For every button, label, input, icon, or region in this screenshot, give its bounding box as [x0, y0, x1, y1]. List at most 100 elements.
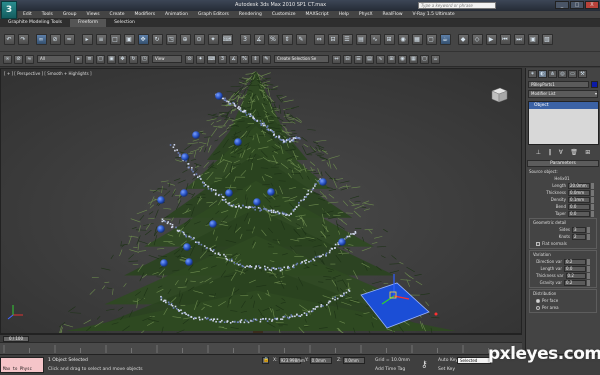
- menu-animation[interactable]: Animation: [160, 12, 193, 17]
- layers-icon[interactable]: ☰: [354, 54, 363, 64]
- close-button[interactable]: X: [585, 1, 599, 9]
- menu-rendering[interactable]: Rendering: [234, 12, 267, 17]
- param-gravity-var-field[interactable]: 0.2: [564, 279, 586, 286]
- spinner-icon[interactable]: [587, 233, 590, 240]
- physx-icon-2[interactable]: ◇: [471, 33, 483, 45]
- param-sides-field[interactable]: 3: [572, 226, 586, 233]
- menu-modifiers[interactable]: Modifiers: [130, 12, 161, 17]
- param-direction-var-field[interactable]: 0.2: [564, 258, 586, 265]
- menu-help[interactable]: Help: [334, 12, 354, 17]
- percent-snap-icon[interactable]: %: [267, 33, 279, 45]
- menu-edit[interactable]: Edit: [18, 12, 37, 17]
- angle-icon[interactable]: ∡: [229, 54, 238, 64]
- select-and-link-icon[interactable]: ∞: [35, 33, 47, 45]
- make-unique-icon[interactable]: ∀: [559, 149, 563, 156]
- rotate-small-icon[interactable]: ↻: [129, 54, 138, 64]
- manipulate-icon[interactable]: ✦: [196, 54, 205, 64]
- menu-views[interactable]: Views: [82, 12, 105, 17]
- maximize-button[interactable]: □: [570, 1, 584, 9]
- per-area-radio[interactable]: [536, 305, 540, 310]
- viewcube-icon[interactable]: [488, 83, 510, 105]
- selection-filter-dropdown[interactable]: All: [37, 55, 71, 63]
- window-crossing-icon[interactable]: ▣: [123, 33, 135, 45]
- mirror-small-icon[interactable]: ⇔: [332, 54, 341, 64]
- move-small-icon[interactable]: ✥: [118, 54, 127, 64]
- perspective-viewport[interactable]: [ + ] [ Perspective ] [ Smooth + Highlig…: [0, 68, 522, 334]
- pivot-icon[interactable]: ⊙: [185, 54, 194, 64]
- pivot-center-icon[interactable]: ⊙: [193, 33, 205, 45]
- render-icon[interactable]: ☕: [431, 54, 440, 64]
- stack-item-object[interactable]: Object: [529, 102, 598, 109]
- menu-maxscript[interactable]: MAXScript: [301, 12, 334, 17]
- show-end-result-icon[interactable]: ‖: [548, 149, 551, 156]
- spinner-snap-icon[interactable]: ⇕: [281, 33, 293, 45]
- selection-lock-icon[interactable]: 🔒: [262, 357, 269, 364]
- render-production-icon[interactable]: ☕: [439, 33, 451, 45]
- tab-graphite-modeling-tools[interactable]: Graphite Modeling Tools: [0, 19, 70, 27]
- curve-icon[interactable]: ∿: [376, 54, 385, 64]
- redo-icon[interactable]: ↷: [17, 33, 29, 45]
- physx-icon-7[interactable]: ▧: [541, 33, 553, 45]
- x-coordinate-field[interactable]: 923.998mm: [278, 357, 305, 364]
- pin-stack-icon[interactable]: ⊥: [536, 149, 541, 156]
- add-time-tag-button[interactable]: Add Time Tag: [375, 367, 405, 372]
- object-name-field[interactable]: PBlepParts1: [528, 81, 590, 88]
- menu-graph-editors[interactable]: Graph Editors: [193, 12, 234, 17]
- unlink-small-icon[interactable]: ⊘: [14, 54, 23, 64]
- menu-group[interactable]: Group: [58, 12, 82, 17]
- configure-sets-icon[interactable]: ⊞: [585, 149, 590, 156]
- rendered-frame-window-icon[interactable]: ▢: [425, 33, 437, 45]
- spinner-icon[interactable]: [587, 258, 590, 265]
- spinner-icon[interactable]: [591, 196, 594, 203]
- spinner-icon[interactable]: [591, 182, 594, 189]
- time-slider[interactable]: 0 / 100: [0, 334, 522, 342]
- hierarchy-tab-icon[interactable]: ⋔: [548, 70, 557, 78]
- minimize-button[interactable]: _: [555, 1, 569, 9]
- render-setup-small-icon[interactable]: ▦: [409, 54, 418, 64]
- per-face-radio[interactable]: [536, 298, 540, 303]
- menu-create[interactable]: Create: [105, 12, 130, 17]
- modify-tab-icon[interactable]: ◐: [538, 70, 547, 78]
- bind-icon[interactable]: ≈: [25, 54, 34, 64]
- render-setup-icon[interactable]: ▦: [411, 33, 423, 45]
- param-thickness-var-field[interactable]: 0.2: [565, 272, 587, 279]
- align-icon[interactable]: ⊟: [327, 33, 339, 45]
- modifier-stack[interactable]: Object: [528, 101, 599, 145]
- maxscript-mini-listener[interactable]: Max to Physc: [0, 357, 44, 373]
- snap-icon[interactable]: 3: [218, 54, 227, 64]
- bind-space-warp-icon[interactable]: ≈: [63, 33, 75, 45]
- keyboard-shortcut-icon[interactable]: ⌨: [221, 33, 233, 45]
- scale-small-icon[interactable]: ◳: [140, 54, 149, 64]
- layer-manager-icon[interactable]: ☰: [341, 33, 353, 45]
- schematic-view-icon[interactable]: ⊞: [383, 33, 395, 45]
- angle-snap-icon[interactable]: ∡: [253, 33, 265, 45]
- search-input[interactable]: Type a keyword or phrase: [418, 2, 496, 9]
- material-editor-icon[interactable]: ◉: [397, 33, 409, 45]
- param-density-field[interactable]: 0.1mm: [568, 196, 590, 203]
- rectangular-selection-icon[interactable]: □: [109, 33, 121, 45]
- snaps-toggle-icon[interactable]: 3: [239, 33, 251, 45]
- key-icon[interactable]: ⚷: [421, 359, 433, 371]
- select-icon[interactable]: ▸: [74, 54, 83, 64]
- mirror-icon[interactable]: ⇔: [313, 33, 325, 45]
- modifier-list-dropdown[interactable]: Modifier List ▾: [528, 90, 598, 98]
- viewport-label[interactable]: [ + ] [ Perspective ] [ Smooth + Highlig…: [4, 71, 92, 76]
- spinner-icon[interactable]: [591, 189, 594, 196]
- menu-realflow[interactable]: RealFlow: [378, 12, 408, 17]
- param-length-var-field[interactable]: 0.0: [564, 265, 586, 272]
- material-icon[interactable]: ◉: [398, 54, 407, 64]
- param-knots-field[interactable]: 2: [572, 233, 586, 240]
- curve-editor-icon[interactable]: ∿: [369, 33, 381, 45]
- spinner-icon[interactable]: ⇕: [251, 54, 260, 64]
- track-bar[interactable]: [0, 342, 522, 354]
- param-bend-field[interactable]: 0.0: [568, 203, 590, 210]
- menu-tools[interactable]: Tools: [37, 12, 58, 17]
- scale-icon[interactable]: ◳: [165, 33, 177, 45]
- spinner-icon[interactable]: [587, 226, 590, 233]
- tab-selection[interactable]: Selection: [106, 19, 143, 27]
- menu-vray[interactable]: V-Ray 1.5 Ultimate: [408, 12, 460, 17]
- key-filter-dropdown[interactable]: Selected: [457, 357, 491, 364]
- spinner-icon[interactable]: [591, 210, 594, 217]
- object-color-swatch[interactable]: [591, 81, 598, 88]
- spinner-icon[interactable]: [587, 265, 590, 272]
